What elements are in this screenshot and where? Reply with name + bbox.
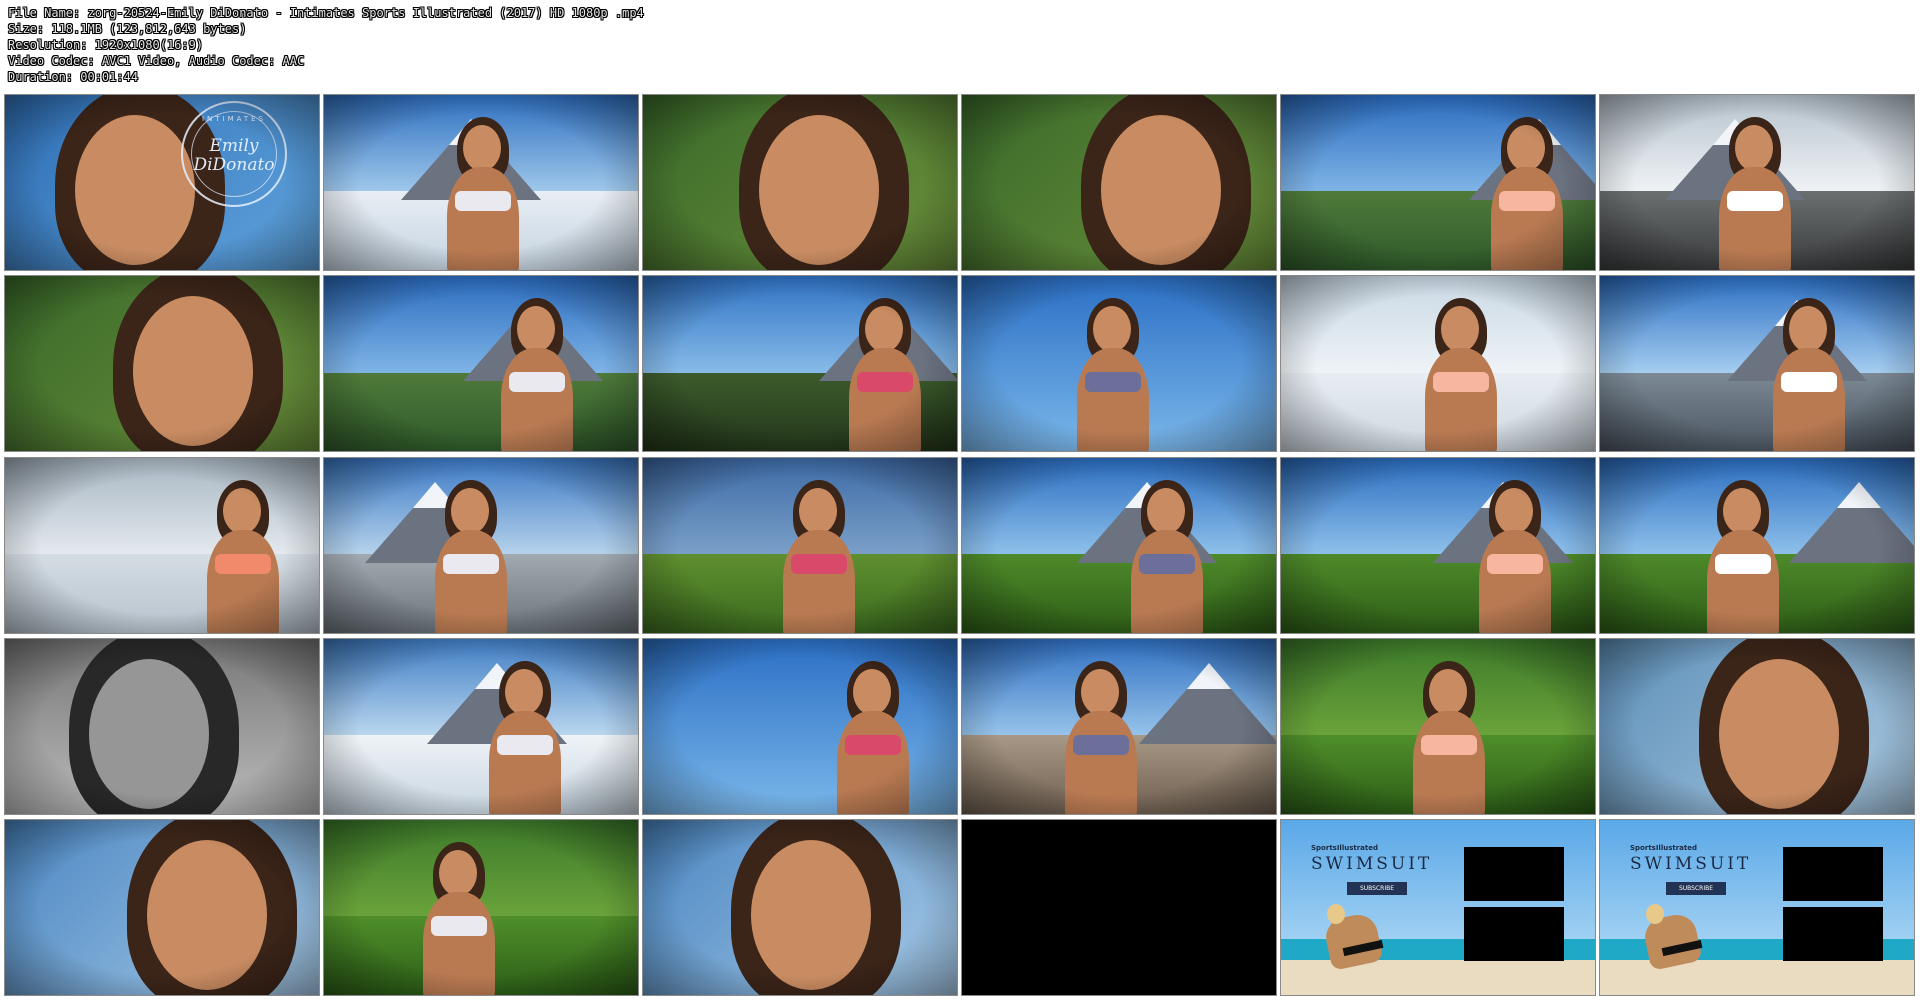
cover-sand xyxy=(1600,960,1914,995)
cover-sand xyxy=(1281,960,1595,995)
video-thumbnail xyxy=(4,819,320,996)
video-thumbnail xyxy=(4,275,320,453)
file-name-text: File Name: zorg-20524-Emily DiDonato - I… xyxy=(8,6,644,20)
vignette-overlay xyxy=(324,276,638,452)
vignette-overlay xyxy=(5,638,319,814)
codec-text: Video Codec: AVC1 Video, Audio Codec: AA… xyxy=(8,54,305,68)
vignette-overlay xyxy=(643,276,957,452)
video-thumbnail xyxy=(1280,94,1596,271)
vignette-overlay xyxy=(643,820,957,995)
video-thumbnail xyxy=(1599,275,1915,453)
vignette-overlay xyxy=(643,95,957,270)
vignette-overlay xyxy=(5,457,319,633)
vignette-overlay xyxy=(1600,95,1914,270)
thumbnail-grid: INTIMATESEmily DiDonato SportsIllustrated… xyxy=(4,94,1916,996)
video-thumbnail xyxy=(961,637,1277,815)
vignette-overlay xyxy=(1600,457,1914,633)
video-thumbnail xyxy=(961,275,1277,453)
vignette-overlay xyxy=(643,457,957,633)
cover-title-text: SWIMSUIT xyxy=(1630,854,1752,874)
video-thumbnail: INTIMATESEmily DiDonato xyxy=(4,94,320,271)
vignette-overlay xyxy=(324,457,638,633)
vignette-overlay xyxy=(324,95,638,270)
vignette-overlay xyxy=(5,820,319,995)
black-box xyxy=(1464,907,1564,961)
video-thumbnail xyxy=(323,94,639,271)
video-thumbnail xyxy=(961,819,1277,996)
video-thumbnail xyxy=(961,456,1277,634)
black-box xyxy=(1464,847,1564,901)
model-head xyxy=(1646,904,1664,924)
vignette-overlay xyxy=(1281,95,1595,270)
vignette-overlay xyxy=(324,638,638,814)
video-thumbnail xyxy=(961,94,1277,271)
vignette-overlay xyxy=(1281,638,1595,814)
video-thumbnail xyxy=(642,637,958,815)
video-thumbnail xyxy=(1280,637,1596,815)
video-thumbnail xyxy=(4,637,320,815)
subscribe-button: SUBSCRIBE xyxy=(1347,882,1407,895)
video-thumbnail xyxy=(323,275,639,453)
vignette-overlay xyxy=(1281,457,1595,633)
vignette-overlay xyxy=(324,820,638,995)
vignette-overlay xyxy=(643,638,957,814)
video-thumbnail xyxy=(323,637,639,815)
file-size-text: Size: 118.1MB (123,812,643 bytes) xyxy=(8,22,247,36)
video-thumbnail xyxy=(323,456,639,634)
video-thumbnail: SportsIllustrated SWIMSUIT SUBSCRIBE xyxy=(1599,819,1915,996)
video-thumbnail xyxy=(1599,637,1915,815)
vignette-overlay xyxy=(1600,276,1914,452)
black-box xyxy=(1783,847,1883,901)
video-thumbnail xyxy=(642,819,958,996)
cover-brand-text: SportsIllustrated xyxy=(1630,844,1698,852)
resolution-text: Resolution: 1920x1080(16:9) xyxy=(8,38,204,52)
video-thumbnail xyxy=(323,819,639,996)
duration-text: Duration: 00:01:44 xyxy=(8,70,139,84)
video-thumbnail xyxy=(1280,275,1596,453)
black-box xyxy=(1783,907,1883,961)
video-thumbnail xyxy=(642,275,958,453)
cover-brand-text: SportsIllustrated xyxy=(1311,844,1379,852)
vignette-overlay xyxy=(1600,638,1914,814)
video-thumbnail xyxy=(642,456,958,634)
model-head xyxy=(1327,904,1345,924)
video-thumbnail xyxy=(1599,456,1915,634)
vignette-overlay xyxy=(5,276,319,452)
subscribe-button: SUBSCRIBE xyxy=(1666,882,1726,895)
vignette-overlay xyxy=(1281,276,1595,452)
file-info-header: File Name: zorg-20524-Emily DiDonato - I… xyxy=(8,5,708,85)
vignette-overlay xyxy=(962,276,1276,452)
vignette-overlay xyxy=(962,457,1276,633)
video-thumbnail xyxy=(1599,94,1915,271)
vignette-overlay xyxy=(5,95,319,270)
video-thumbnail xyxy=(4,456,320,634)
video-thumbnail xyxy=(642,94,958,271)
cover-title-text: SWIMSUIT xyxy=(1311,854,1433,874)
vignette-overlay xyxy=(962,638,1276,814)
vignette-overlay xyxy=(962,95,1276,270)
video-thumbnail xyxy=(1280,456,1596,634)
video-thumbnail: SportsIllustrated SWIMSUIT SUBSCRIBE xyxy=(1280,819,1596,996)
